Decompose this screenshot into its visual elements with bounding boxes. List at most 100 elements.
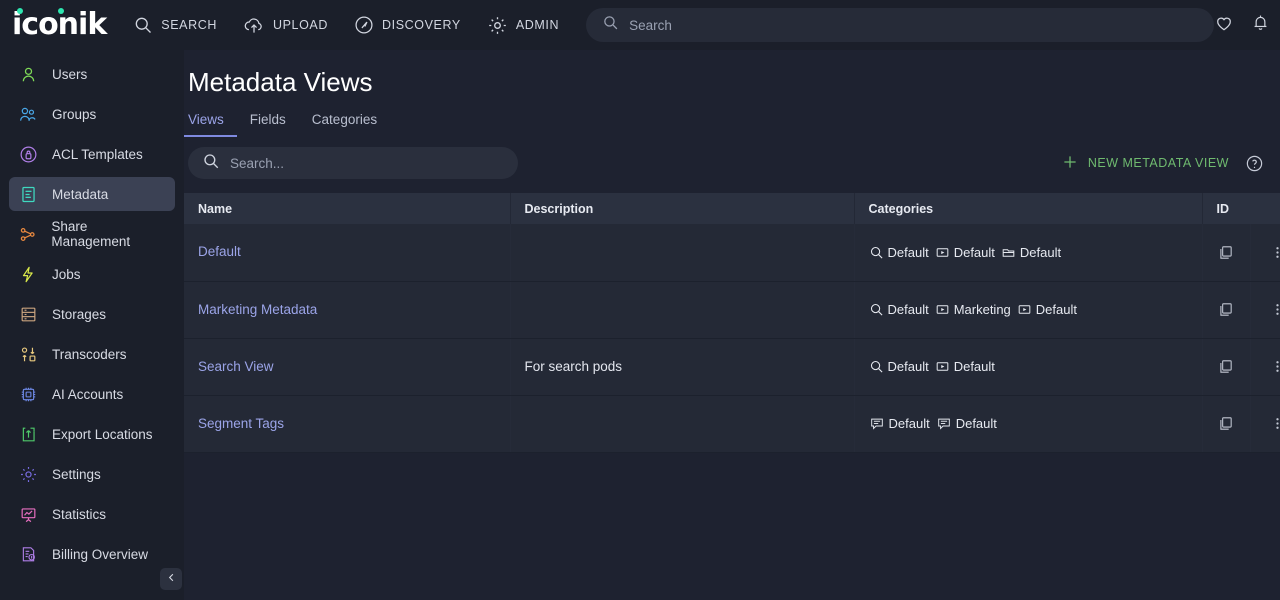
sidebar-item-metadata[interactable]: Metadata — [9, 177, 175, 211]
cell-name: Default — [184, 224, 510, 281]
sidebar-item-acl-templates[interactable]: ACL Templates — [9, 137, 175, 171]
cell-description — [510, 224, 854, 281]
view-name-link[interactable]: Search View — [198, 359, 274, 374]
category-label: Default — [888, 359, 929, 374]
nav-search[interactable]: SEARCH — [120, 0, 230, 50]
cell-actions — [1250, 224, 1280, 281]
gear-icon — [18, 465, 38, 484]
chart-board-icon — [18, 505, 38, 524]
sidebar-item-groups[interactable]: Groups — [9, 97, 175, 131]
table-body: Default — [184, 224, 1280, 452]
category-list: Default Default — [869, 416, 1202, 431]
sidebar-item-ai-accounts[interactable]: AI Accounts — [9, 377, 175, 411]
app-logo[interactable]: iconik — [12, 10, 120, 40]
nav-admin[interactable]: ADMIN — [474, 0, 572, 50]
sidebar: Users Groups ACL Templates — [0, 50, 184, 600]
cell-id — [1202, 338, 1250, 395]
column-header-categories[interactable]: Categories — [854, 193, 1202, 224]
tab-fields[interactable]: Fields — [237, 109, 299, 137]
view-name-link[interactable]: Default — [198, 244, 241, 259]
table-row[interactable]: Search View For search pods — [184, 338, 1280, 395]
top-bar-actions: TC — [1214, 10, 1280, 40]
page-title: Metadata Views — [184, 50, 1272, 98]
column-header-description[interactable]: Description — [510, 193, 854, 224]
global-search-placeholder: Search — [629, 18, 672, 33]
category-label: Default — [954, 245, 995, 260]
category-chip: Default — [869, 245, 929, 260]
sidebar-item-statistics[interactable]: Statistics — [9, 497, 175, 531]
sidebar-item-users[interactable]: Users — [9, 57, 175, 91]
copy-icon[interactable] — [1217, 301, 1250, 318]
sidebar-item-transcoders[interactable]: Transcoders — [9, 337, 175, 371]
sidebar-item-label: Users — [52, 67, 87, 82]
sidebar-item-share-management[interactable]: Share Management — [9, 217, 175, 251]
lock-badge-icon — [18, 145, 38, 164]
category-label: Default — [889, 416, 930, 431]
cell-description: For search pods — [510, 338, 854, 395]
table-row[interactable]: Marketing Metadata — [184, 281, 1280, 338]
category-chip: Default — [935, 245, 995, 260]
body: Users Groups ACL Templates — [0, 50, 1280, 600]
more-vertical-icon[interactable] — [1265, 301, 1280, 318]
category-chip: Default — [869, 302, 929, 317]
cell-categories: Default Default — [854, 395, 1202, 452]
chevron-left-icon — [166, 572, 177, 586]
category-list: Default Default — [869, 359, 1202, 374]
global-search[interactable]: Search — [586, 8, 1214, 42]
category-label: Default — [888, 245, 929, 260]
invoice-dollar-icon — [18, 545, 38, 564]
plus-icon — [1061, 153, 1079, 174]
category-label: Marketing — [954, 302, 1011, 317]
heart-icon[interactable] — [1214, 13, 1234, 38]
cell-id — [1202, 281, 1250, 338]
more-vertical-icon[interactable] — [1265, 244, 1280, 261]
search-icon — [602, 14, 619, 36]
category-list: Default Marketing — [869, 302, 1202, 317]
new-metadata-view-label: NEW METADATA VIEW — [1088, 156, 1229, 170]
view-name-link[interactable]: Marketing Metadata — [198, 302, 317, 317]
users-icon — [18, 105, 38, 124]
more-vertical-icon[interactable] — [1265, 415, 1280, 432]
copy-icon[interactable] — [1217, 358, 1250, 375]
question-circle-icon[interactable] — [1245, 154, 1264, 173]
bell-icon[interactable] — [1251, 13, 1270, 37]
tab-views[interactable]: Views — [184, 109, 237, 137]
sidebar-item-storages[interactable]: Storages — [9, 297, 175, 331]
nav-discovery[interactable]: DISCOVERY — [341, 0, 474, 50]
table-row[interactable]: Default — [184, 224, 1280, 281]
cell-categories: Default Default — [854, 224, 1202, 281]
copy-icon[interactable] — [1217, 244, 1250, 261]
table-row[interactable]: Segment Tags — [184, 395, 1280, 452]
column-header-name[interactable]: Name — [184, 193, 510, 224]
cell-description — [510, 395, 854, 452]
column-header-id[interactable]: ID — [1202, 193, 1280, 224]
sidebar-item-label: AI Accounts — [52, 387, 123, 402]
sidebar-item-label: Groups — [52, 107, 96, 122]
nav-search-label: SEARCH — [161, 18, 217, 32]
sidebar-collapse-button[interactable] — [160, 568, 182, 590]
new-metadata-view-button[interactable]: NEW METADATA VIEW — [1061, 153, 1229, 174]
sidebar-item-label: Jobs — [52, 267, 81, 282]
sidebar-item-billing-overview[interactable]: Billing Overview — [9, 537, 175, 571]
upload-cloud-icon — [243, 15, 265, 35]
copy-icon[interactable] — [1217, 415, 1250, 432]
table-header: Name Description Categories ID — [184, 193, 1280, 224]
chip-icon — [18, 385, 38, 404]
search-input[interactable]: Search... — [188, 147, 518, 179]
category-label: Default — [1020, 245, 1061, 260]
cell-actions — [1250, 281, 1280, 338]
document-lines-icon — [18, 185, 38, 204]
view-name-link[interactable]: Segment Tags — [198, 416, 284, 431]
sidebar-item-settings[interactable]: Settings — [9, 457, 175, 491]
sidebar-item-label: Settings — [52, 467, 101, 482]
main-content: Metadata Views Views Fields Categories S… — [184, 50, 1280, 600]
sidebar-item-export-locations[interactable]: Export Locations — [9, 417, 175, 451]
sidebar-item-jobs[interactable]: Jobs — [9, 257, 175, 291]
sidebar-item-label: Statistics — [52, 507, 106, 522]
category-label: Default — [956, 416, 997, 431]
cell-name: Segment Tags — [184, 395, 510, 452]
logo-dot-left — [17, 8, 23, 14]
nav-upload[interactable]: UPLOAD — [230, 0, 341, 50]
more-vertical-icon[interactable] — [1265, 358, 1280, 375]
tab-categories[interactable]: Categories — [299, 109, 390, 137]
